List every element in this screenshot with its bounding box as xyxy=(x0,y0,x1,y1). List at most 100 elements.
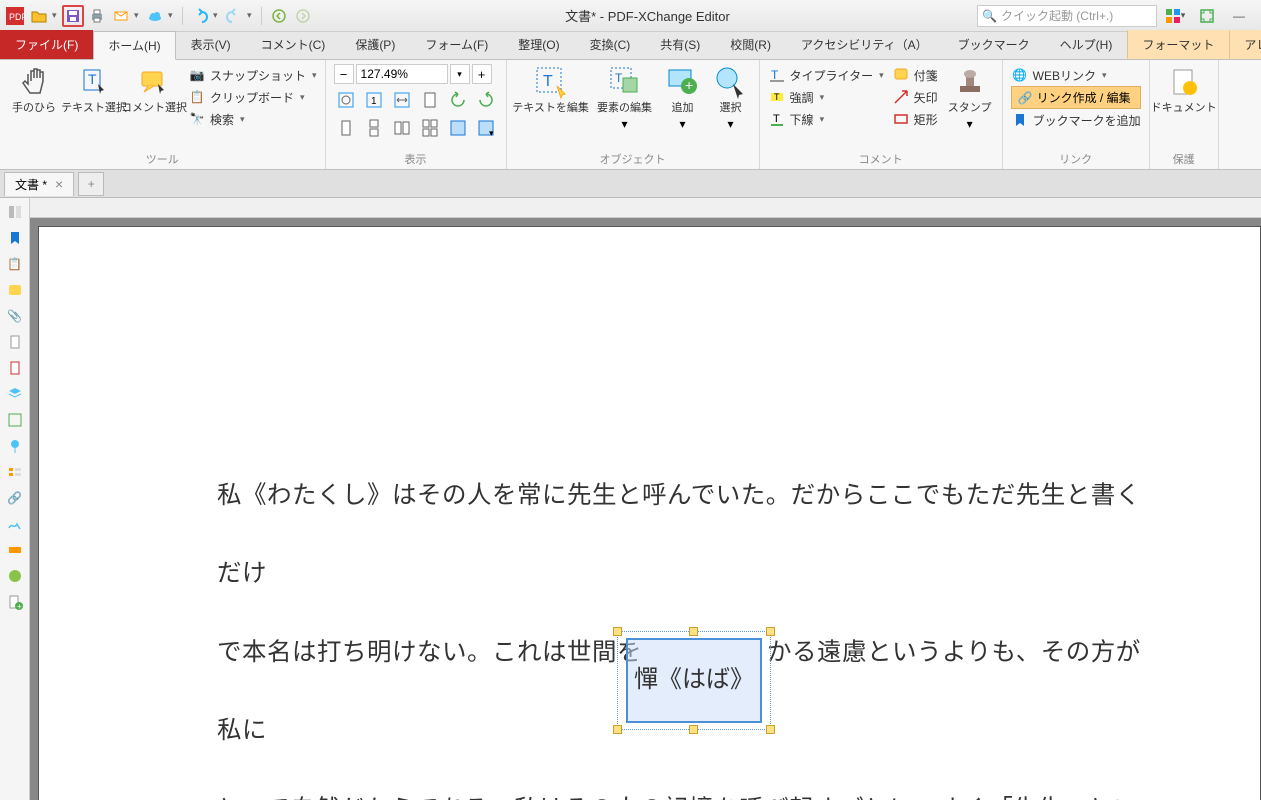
sign-pane-icon[interactable] xyxy=(5,514,25,534)
comment-tab[interactable]: コメント(C) xyxy=(246,30,341,59)
zoom-input[interactable] xyxy=(356,64,448,84)
print-icon[interactable] xyxy=(86,5,108,27)
select-dropdown-icon[interactable]: ▾ xyxy=(728,117,734,131)
ocr-pane-icon[interactable] xyxy=(5,566,25,586)
annotation-text[interactable]: 憚《はば》 xyxy=(626,638,762,723)
bookmark-pane-icon[interactable] xyxy=(5,228,25,248)
redact-pane-icon[interactable] xyxy=(5,540,25,560)
two-page-icon[interactable] xyxy=(390,116,414,140)
edit-element-dropdown-icon[interactable]: ▾ xyxy=(622,117,628,131)
tags-pane-icon[interactable] xyxy=(5,462,25,482)
help-tab[interactable]: ヘルプ(H) xyxy=(1045,30,1128,59)
page-pane-icon[interactable] xyxy=(5,332,25,352)
rect-button[interactable]: 矩形 xyxy=(892,108,938,130)
add-button[interactable]: + 追加 ▾ xyxy=(663,64,703,131)
fullscreen-icon[interactable] xyxy=(1193,5,1221,27)
thumbs-pane-icon[interactable] xyxy=(5,202,25,222)
text-annotation[interactable]: 憚《はば》 xyxy=(617,631,771,730)
review-tab[interactable]: 校閲(R) xyxy=(715,30,786,59)
undo-icon[interactable] xyxy=(189,5,211,27)
protect-tab[interactable]: 保護(P) xyxy=(340,30,410,59)
fit-width-icon[interactable] xyxy=(390,88,414,112)
organize-tab[interactable]: 整理(O) xyxy=(503,30,574,59)
clipboard-button[interactable]: 📋クリップボード▾ xyxy=(188,86,317,108)
quick-launch-input[interactable]: 🔍 クイック起動 (Ctrl+.) xyxy=(977,5,1157,27)
form-tab[interactable]: フォーム(F) xyxy=(410,30,503,59)
resize-handle-br[interactable] xyxy=(766,725,775,734)
accessibility-tab[interactable]: アクセシビリティ（A） xyxy=(786,30,943,59)
fields-pane-icon[interactable] xyxy=(5,410,25,430)
add-dropdown-icon[interactable]: ▾ xyxy=(680,117,686,131)
arrange-tab[interactable]: アレンジ xyxy=(1229,30,1261,59)
notes-pane-icon[interactable] xyxy=(5,280,25,300)
zoom-in-button[interactable]: + xyxy=(472,64,492,84)
select-button[interactable]: 選択 ▾ xyxy=(711,64,751,131)
typewriter-button[interactable]: Tタイプライター▾ xyxy=(768,64,884,86)
add-bookmark-button[interactable]: ブックマークを追加 xyxy=(1011,109,1141,131)
hand-tool-button[interactable]: 手のひら xyxy=(8,64,60,115)
nav-forward-icon[interactable] xyxy=(292,5,314,27)
mail-icon[interactable] xyxy=(110,5,132,27)
dest-pane-icon[interactable] xyxy=(5,436,25,456)
fit-page-icon[interactable] xyxy=(418,88,442,112)
view-tab[interactable]: 表示(V) xyxy=(176,30,246,59)
minimize-button[interactable]: — xyxy=(1225,5,1253,27)
rotate-cw-icon[interactable] xyxy=(474,88,498,112)
document-tab[interactable]: 文書 * × xyxy=(4,172,74,196)
redo-icon[interactable] xyxy=(223,5,245,27)
cloud-icon[interactable] xyxy=(144,5,166,27)
comment-select-button[interactable]: コメント選択 xyxy=(128,64,180,115)
layers-pane-icon[interactable] xyxy=(5,384,25,404)
attach-pane-icon[interactable]: 📎 xyxy=(5,306,25,326)
page-area[interactable]: 私《わたくし》はその人を常に先生と呼んでいた。だからここでもただ先生と書くだけ … xyxy=(30,218,1261,800)
zoom-fit-icon[interactable] xyxy=(334,88,358,112)
stamp-button[interactable]: スタンプ ▾ xyxy=(946,64,994,131)
two-continuous-icon[interactable] xyxy=(418,116,442,140)
format-tab[interactable]: フォーマット xyxy=(1127,30,1229,59)
pdf-app-icon[interactable]: PDF xyxy=(4,5,26,27)
resize-handle-bc[interactable] xyxy=(689,725,698,734)
arrow-button[interactable]: 矢印 xyxy=(892,86,938,108)
open-icon[interactable] xyxy=(28,5,50,27)
single-page-icon[interactable] xyxy=(334,116,358,140)
resize-handle-tr[interactable] xyxy=(766,627,775,636)
rotate-ccw-icon[interactable] xyxy=(446,88,470,112)
actual-size-icon[interactable]: 1 xyxy=(362,88,386,112)
stamp-dropdown-icon[interactable]: ▾ xyxy=(967,117,973,131)
text-select-button[interactable]: T テキスト選択 xyxy=(68,64,120,115)
pdf-page[interactable]: 私《わたくし》はその人を常に先生と呼んでいた。だからここでもただ先生と書くだけ … xyxy=(38,226,1261,800)
create-link-button[interactable]: 🔗リンク作成 / 編集 xyxy=(1011,86,1141,109)
redo-dropdown-icon[interactable]: ▾ xyxy=(247,10,255,21)
close-tab-icon[interactable]: × xyxy=(55,176,63,192)
save-icon[interactable] xyxy=(62,5,84,27)
undo-dropdown-icon[interactable]: ▾ xyxy=(213,10,221,21)
mail-dropdown-icon[interactable]: ▾ xyxy=(134,10,142,21)
page-layout-dd-icon[interactable]: ▾ xyxy=(474,116,498,140)
weblink-button[interactable]: 🌐WEBリンク▾ xyxy=(1011,64,1141,86)
add-pane-icon[interactable]: + xyxy=(5,592,25,612)
document-button[interactable]: ドキュメント xyxy=(1158,64,1210,115)
add-tab-button[interactable]: + xyxy=(78,172,104,196)
share-tab[interactable]: 共有(S) xyxy=(645,30,715,59)
bookmark-tab[interactable]: ブックマーク xyxy=(943,30,1045,59)
edit-element-button[interactable]: T 要素の編集 ▾ xyxy=(595,64,655,131)
clipboard-pane-icon[interactable]: 📋 xyxy=(5,254,25,274)
resize-handle-tl[interactable] xyxy=(613,627,622,636)
home-tab[interactable]: ホーム(H) xyxy=(93,31,175,60)
underline-button[interactable]: T下線▾ xyxy=(768,108,884,130)
continuous-icon[interactable] xyxy=(362,116,386,140)
zoom-dropdown-button[interactable]: ▾ xyxy=(450,64,470,84)
highlight-button[interactable]: T強調▾ xyxy=(768,86,884,108)
page-layout-icon[interactable] xyxy=(446,116,470,140)
resize-handle-tc[interactable] xyxy=(689,627,698,636)
sticky-button[interactable]: 付箋 xyxy=(892,64,938,86)
resize-handle-bl[interactable] xyxy=(613,725,622,734)
file-tab[interactable]: ファイル(F) xyxy=(0,30,93,59)
content-pane-icon[interactable] xyxy=(5,358,25,378)
nav-back-icon[interactable] xyxy=(268,5,290,27)
convert-tab[interactable]: 変換(C) xyxy=(575,30,646,59)
open-dropdown-icon[interactable]: ▾ xyxy=(52,10,60,21)
links-pane-icon[interactable]: 🔗 xyxy=(5,488,25,508)
edit-text-button[interactable]: T テキストを編集 xyxy=(515,64,587,115)
search-button[interactable]: 🔭検索▾ xyxy=(188,108,317,130)
